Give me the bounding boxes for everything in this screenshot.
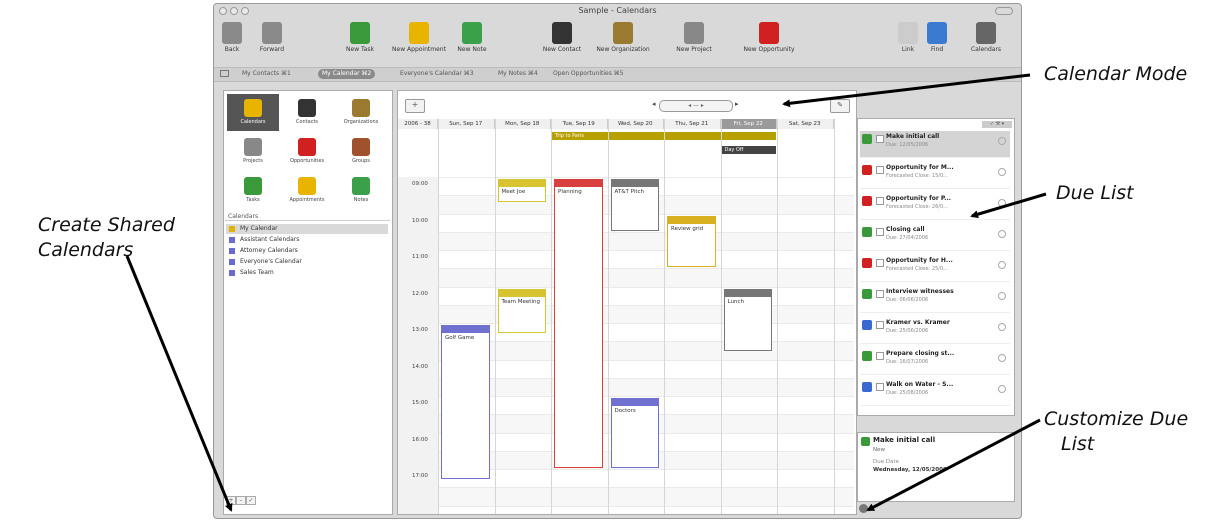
create-shared-arrow	[125, 255, 233, 512]
annotation-due-list: Due List	[1056, 182, 1134, 204]
due-list-arrow	[970, 192, 1047, 219]
annotation-arrows	[125, 73, 1047, 512]
calendar-mode-arrow	[782, 73, 1031, 108]
annotation-customize-due-1: Customize Due	[1044, 408, 1189, 430]
customize-due-arrow	[866, 418, 1041, 512]
annotation-calendar-mode: Calendar Mode	[1044, 63, 1188, 85]
annotation-create-shared-2: Calendars	[38, 239, 134, 261]
annotation-customize-due-2: List	[1061, 433, 1095, 455]
annotation-create-shared-1: Create Shared	[38, 214, 175, 236]
